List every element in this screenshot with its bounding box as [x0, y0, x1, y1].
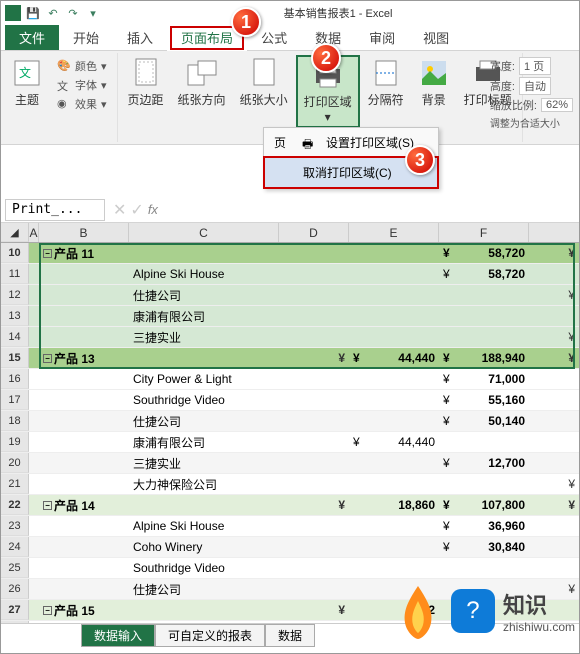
brand-text: 知识	[503, 588, 575, 620]
row-header[interactable]: 17	[1, 390, 29, 410]
table-row[interactable]: 11Alpine Ski House¥58,720	[1, 264, 579, 285]
table-row[interactable]: 23Alpine Ski House¥36,960	[1, 516, 579, 537]
colors-button[interactable]: 🎨颜色▾	[53, 57, 111, 75]
row-header[interactable]: 10	[1, 243, 29, 263]
watermark: ? 知识 zhishiwu.com	[393, 581, 575, 641]
outline-toggle[interactable]: −	[43, 354, 52, 363]
scale-group: 宽度:1 页 高度:自动 缩放比例:62% 调整为合适大小	[490, 57, 573, 130]
table-row[interactable]: 18仕捷公司¥50,140	[1, 411, 579, 432]
callout-3: 3	[405, 145, 435, 175]
outline-toggle[interactable]: −	[43, 249, 52, 258]
effects-button[interactable]: ◉效果▾	[53, 95, 111, 113]
chevron-down-icon: ▾	[325, 110, 331, 124]
redo-icon[interactable]: ↷	[65, 5, 81, 21]
title-bar: 💾 ↶ ↷ ▾ 基本销售报表1 - Excel	[1, 1, 579, 25]
table-row[interactable]: 16City Power & Light¥71,000	[1, 369, 579, 390]
row-header[interactable]: 23	[1, 516, 29, 536]
table-row[interactable]: 20三捷实业¥12,700	[1, 453, 579, 474]
col-e[interactable]: E	[349, 223, 439, 242]
breaks-button[interactable]: 分隔符	[362, 55, 410, 128]
row-header[interactable]: 19	[1, 432, 29, 452]
quick-access-toolbar: 💾 ↶ ↷ ▾	[25, 5, 101, 21]
outline-toggle[interactable]: −	[43, 501, 52, 510]
brand-url: zhishiwu.com	[503, 620, 575, 634]
table-row[interactable]: 10−产品 11¥58,720¥	[1, 243, 579, 264]
table-row[interactable]: 25Southridge Video	[1, 558, 579, 579]
save-icon[interactable]: 💾	[25, 5, 41, 21]
row-header[interactable]: 24	[1, 537, 29, 557]
sheet-tab-3[interactable]: 数据	[265, 624, 315, 647]
row-header[interactable]: 14	[1, 327, 29, 347]
col-b[interactable]: B	[39, 223, 129, 242]
col-a[interactable]: A	[29, 223, 39, 242]
page-label: 页	[274, 134, 294, 151]
table-row[interactable]: 15−产品 13¥¥44,440¥188,940¥	[1, 348, 579, 369]
row-header[interactable]: 13	[1, 306, 29, 326]
cancel-icon[interactable]: ✕	[113, 200, 126, 220]
excel-icon	[5, 5, 21, 21]
select-all[interactable]: ◢	[1, 223, 29, 242]
orientation-button[interactable]: 纸张方向	[172, 55, 232, 128]
table-row[interactable]: 22−产品 14¥18,860¥107,800¥	[1, 495, 579, 516]
table-row[interactable]: 14三捷实业¥	[1, 327, 579, 348]
ribbon-tabs: 文件 开始 插入 页面布局 公式 数据 审阅 视图	[1, 25, 579, 51]
name-box[interactable]: Print_...	[5, 199, 105, 221]
callout-1: 1	[231, 7, 261, 37]
row-header[interactable]: 16	[1, 369, 29, 389]
svg-text:文: 文	[19, 65, 31, 80]
row-header[interactable]: 22	[1, 495, 29, 515]
tab-view[interactable]: 视图	[409, 25, 463, 50]
scale-input[interactable]: 62%	[541, 98, 573, 112]
col-f[interactable]: F	[439, 223, 529, 242]
table-row[interactable]: 13康浦有限公司	[1, 306, 579, 327]
row-header[interactable]: 21	[1, 474, 29, 494]
table-row[interactable]: 12仕捷公司¥	[1, 285, 579, 306]
height-select[interactable]: 自动	[519, 77, 551, 95]
table-row[interactable]: 21大力神保险公司¥	[1, 474, 579, 495]
outline-toggle[interactable]: −	[43, 606, 52, 615]
themes-button[interactable]: 文 主题	[5, 55, 49, 115]
size-button[interactable]: 纸张大小	[234, 55, 294, 128]
formula-bar-row: Print_... ✕ ✓ fx	[1, 197, 579, 223]
fonts-button[interactable]: 文字体▾	[53, 76, 111, 94]
row-header[interactable]: 27	[1, 600, 29, 620]
tab-home[interactable]: 开始	[59, 25, 113, 50]
sheet-tab-1[interactable]: 数据输入	[81, 624, 155, 647]
sheet-tab-2[interactable]: 可自定义的报表	[155, 624, 265, 647]
width-select[interactable]: 1 页	[519, 57, 551, 75]
enter-icon[interactable]: ✓	[130, 200, 143, 220]
question-badge: ?	[451, 589, 495, 633]
worksheet-grid[interactable]: ◢ A B C D E F 10−产品 11¥58,720¥11Alpine S…	[1, 223, 579, 642]
margins-button[interactable]: 页边距	[122, 55, 170, 128]
printer-icon: 🖶	[302, 135, 318, 151]
row-header[interactable]: 20	[1, 453, 29, 473]
fit-label: 调整为合适大小	[490, 115, 560, 130]
background-button[interactable]: 背景	[412, 55, 456, 128]
row-header[interactable]: 11	[1, 264, 29, 284]
column-headers: ◢ A B C D E F	[1, 223, 579, 243]
row-header[interactable]: 25	[1, 558, 29, 578]
tab-file[interactable]: 文件	[5, 25, 59, 50]
tab-review[interactable]: 审阅	[355, 25, 409, 50]
row-header[interactable]: 15	[1, 348, 29, 368]
table-row[interactable]: 24Coho Winery¥30,840	[1, 537, 579, 558]
window-title: 基本销售报表1 - Excel	[101, 5, 575, 21]
group-themes: 文 主题 🎨颜色▾ 文字体▾ ◉效果▾	[1, 53, 118, 142]
themes-label: 主题	[15, 91, 39, 108]
callout-2: 2	[311, 43, 341, 73]
tab-insert[interactable]: 插入	[113, 25, 167, 50]
fx-icon[interactable]: fx	[148, 202, 158, 217]
col-c[interactable]: C	[129, 223, 279, 242]
row-header[interactable]: 26	[1, 579, 29, 599]
table-row[interactable]: 17Southridge Video¥55,160	[1, 390, 579, 411]
qat-dropdown-icon[interactable]: ▾	[85, 5, 101, 21]
row-header[interactable]: 12	[1, 285, 29, 305]
flame-icon	[393, 581, 443, 641]
table-row[interactable]: 19康浦有限公司¥44,440	[1, 432, 579, 453]
row-header[interactable]: 18	[1, 411, 29, 431]
undo-icon[interactable]: ↶	[45, 5, 61, 21]
col-d[interactable]: D	[279, 223, 349, 242]
